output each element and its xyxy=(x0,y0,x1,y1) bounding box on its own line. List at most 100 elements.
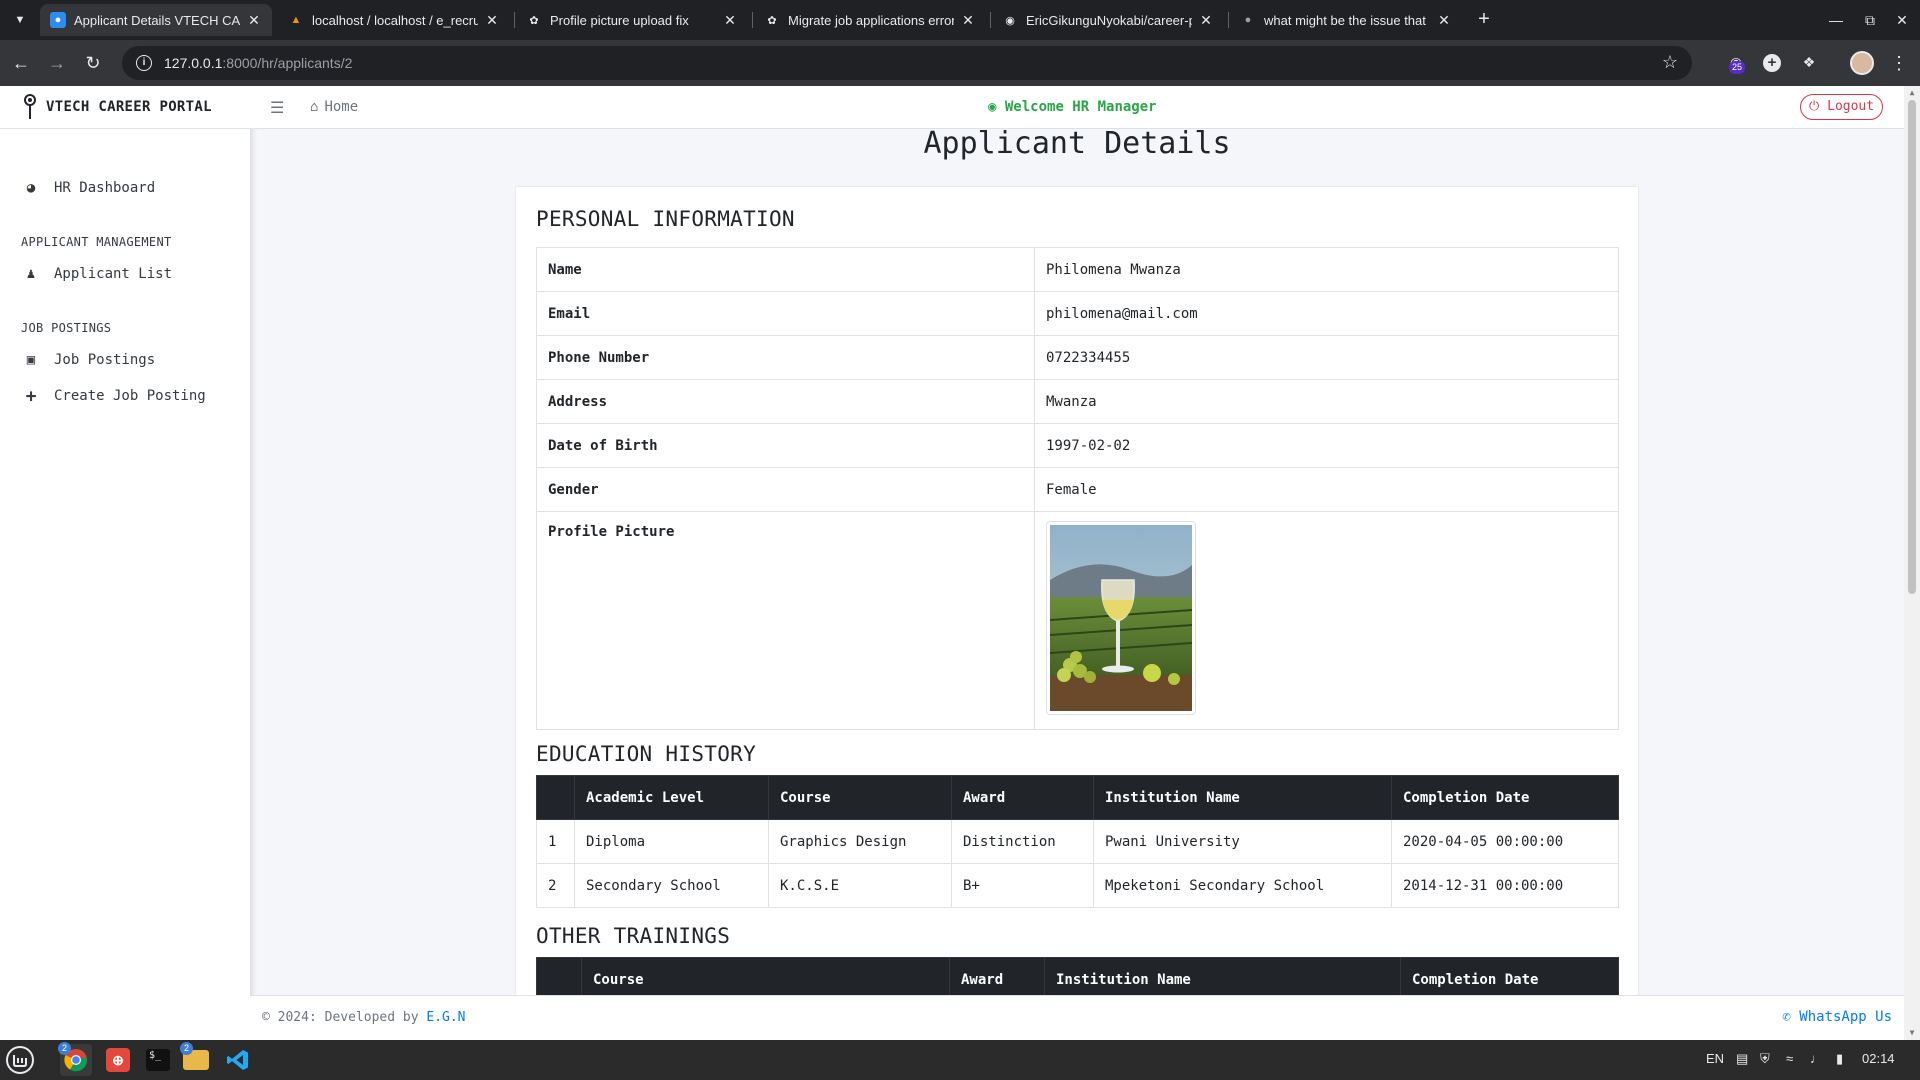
welcome-text: Welcome HR Manager xyxy=(1004,99,1157,115)
close-tab-icon[interactable]: ✕ xyxy=(1436,12,1452,29)
browser-tab-github[interactable]: ◉ EricGikunguNyokabi/career-portal ✕ xyxy=(992,4,1224,36)
browser-tab-applicant-details[interactable]: ● Applicant Details VTECH CAREER PORTAL … xyxy=(40,4,272,36)
url-host: 127.0.0.1 xyxy=(164,55,223,71)
table-header-row: Academic Level Course Award Institution … xyxy=(536,775,1619,820)
footer-copyright: © 2024: Developed by E.G.N xyxy=(262,1010,466,1025)
back-arrow-icon[interactable]: ← xyxy=(8,50,34,76)
sidebar: VTECH CAREER PORTAL ◕ HR Dashboard APPLI… xyxy=(0,86,250,1040)
bookmark-star-icon[interactable]: ☆ xyxy=(1662,52,1678,73)
github-favicon-icon: ◉ xyxy=(1005,14,1015,27)
browser-tab-search[interactable]: ● what might be the issue that ✕ xyxy=(1230,4,1462,36)
table-row: Date of Birth 1997-02-02 xyxy=(536,423,1619,468)
profile-picture[interactable] xyxy=(1046,521,1196,715)
site-info-icon[interactable]: i xyxy=(136,55,152,71)
row-value: 1997-02-02 xyxy=(1034,423,1619,468)
cell-course: K.C.S.E xyxy=(768,863,952,908)
cell-award: B+ xyxy=(951,863,1094,908)
taskbar-vscode[interactable] xyxy=(222,1044,254,1076)
scrollbar-thumb[interactable] xyxy=(1908,100,1916,594)
taskbar-terminal[interactable]: $_ xyxy=(142,1044,174,1076)
row-label: Name xyxy=(536,247,1035,292)
developer-link[interactable]: E.G.N xyxy=(426,1010,465,1025)
dashboard-gauge-icon: ◕ xyxy=(26,180,36,196)
browser-tab-phpmyadmin[interactable]: ▲ localhost / localhost / e_recruitment … xyxy=(278,4,510,36)
terminal-icon: $_ xyxy=(146,1049,170,1071)
taskbar-app-git[interactable]: ⊕ xyxy=(102,1044,134,1076)
sidebar-item-create-job-posting[interactable]: + Create Job Posting xyxy=(0,379,250,413)
start-menu-icon[interactable] xyxy=(4,1044,36,1076)
column-header-index xyxy=(536,775,575,820)
top-navbar: ☰ ⌂ Home ◉ Welcome HR Manager ⏻ Logout xyxy=(250,86,1904,129)
hamburger-menu-icon[interactable]: ☰ xyxy=(270,98,284,117)
profile-picture-image xyxy=(1050,525,1192,711)
volume-tray-icon[interactable]: ♩ xyxy=(1810,1051,1823,1066)
chrome-window-count: 2 xyxy=(58,1042,71,1055)
tab-title: what might be the issue that xyxy=(1264,12,1426,28)
sidebar-item-hr-dashboard[interactable]: ◕ HR Dashboard xyxy=(0,171,250,205)
close-window-icon[interactable]: ✕ xyxy=(1888,8,1916,32)
brand[interactable]: VTECH CAREER PORTAL xyxy=(0,86,250,129)
scroll-down-arrow-icon[interactable]: ▼ xyxy=(1907,1028,1917,1037)
site-favicon-icon: ● xyxy=(50,12,66,28)
sidebar-item-job-postings[interactable]: ▣ Job Postings xyxy=(0,343,250,377)
row-label: Profile Picture xyxy=(536,511,1035,730)
close-tab-icon[interactable]: ✕ xyxy=(960,12,976,29)
logout-button[interactable]: ⏻ Logout xyxy=(1800,94,1884,120)
tab-separator xyxy=(514,12,515,28)
copyright-text: © 2024: Developed by xyxy=(262,1010,427,1025)
sidebar-item-label: Applicant List xyxy=(54,266,173,282)
page-viewport: VTECH CAREER PORTAL ◕ HR Dashboard APPLI… xyxy=(0,86,1920,1040)
extensions-puzzle-icon[interactable]: ❖ xyxy=(1797,50,1821,74)
sidebar-item-label: Job Postings xyxy=(54,352,156,368)
git-client-icon: ⊕ xyxy=(106,1048,130,1072)
sidebar-item-label: Create Job Posting xyxy=(54,388,206,404)
clipboard-tray-icon[interactable]: ▤ xyxy=(1736,1051,1748,1067)
row-value: Philomena Mwanza xyxy=(1034,247,1619,292)
address-bar[interactable]: i 127.0.0.1:8000/hr/applicants/2 ☆ xyxy=(122,46,1692,80)
reload-icon[interactable]: ↻ xyxy=(80,50,106,76)
row-label: Address xyxy=(536,379,1035,424)
row-label: Email xyxy=(536,291,1035,336)
table-row: Phone Number 0722334455 xyxy=(536,335,1619,380)
sidebar-item-label: HR Dashboard xyxy=(54,180,156,196)
restore-window-icon[interactable]: ⧉ xyxy=(1856,8,1884,32)
users-icon: ♟ xyxy=(26,266,36,282)
tab-search-button[interactable]: ▼ xyxy=(8,8,32,32)
plus-icon: + xyxy=(25,385,37,407)
browser-tab-profile-upload-fix[interactable]: ✿ Profile picture upload fix ✕ xyxy=(516,4,748,36)
whatsapp-link[interactable]: ✆ WhatsApp Us xyxy=(1782,1009,1892,1025)
minimize-window-icon[interactable]: — xyxy=(1822,8,1850,32)
new-tab-button[interactable]: + xyxy=(1472,8,1496,32)
page-scrollbar[interactable]: ▲ ▼ xyxy=(1904,86,1920,1040)
extension-add-icon[interactable]: + xyxy=(1763,54,1781,72)
tab-title: Applicant Details VTECH CAREER PORTAL xyxy=(74,12,240,28)
profile-avatar[interactable] xyxy=(1850,51,1874,75)
browser-tab-migrate-error[interactable]: ✿ Migrate job applications error ✕ xyxy=(754,4,986,36)
close-tab-icon[interactable]: ✕ xyxy=(484,12,500,29)
table-row: Profile Picture xyxy=(536,511,1619,730)
sidebar-item-applicant-list[interactable]: ♟ Applicant List xyxy=(0,257,250,291)
forward-arrow-icon[interactable]: → xyxy=(44,50,70,76)
close-tab-icon[interactable]: ✕ xyxy=(246,12,262,29)
section-title-other-trainings: OTHER TRAININGS xyxy=(536,924,731,948)
browser-menu-icon[interactable]: ⋮ xyxy=(1890,50,1908,76)
tab-separator xyxy=(1228,12,1229,28)
browser-toolbar: ← → ↻ i 127.0.0.1:8000/hr/applicants/2 ☆ xyxy=(0,40,1920,86)
table-row: Gender Female xyxy=(536,467,1619,512)
scroll-up-arrow-icon[interactable]: ▲ xyxy=(1907,88,1917,97)
keyboard-layout-indicator[interactable]: EN xyxy=(1706,1051,1724,1066)
home-link[interactable]: ⌂ Home xyxy=(310,99,358,115)
column-header-award: Award xyxy=(951,775,1094,820)
close-tab-icon[interactable]: ✕ xyxy=(1198,12,1214,29)
close-tab-icon[interactable]: ✕ xyxy=(722,12,738,29)
cell-award: Distinction xyxy=(951,819,1094,864)
clock[interactable]: 02:14 xyxy=(1862,1051,1895,1066)
wifi-tray-icon[interactable]: ≈ xyxy=(1786,1051,1793,1066)
browser-tab-strip: ▼ ● Applicant Details VTECH CAREER PORTA… xyxy=(0,0,1920,40)
url-path: :8000/hr/applicants/2 xyxy=(222,55,353,71)
files-window-count: 2 xyxy=(180,1042,193,1055)
row-value xyxy=(1034,511,1619,730)
battery-tray-icon[interactable]: ▮ xyxy=(1836,1051,1843,1067)
shield-tray-icon[interactable]: ⛨ xyxy=(1760,1051,1770,1067)
power-icon: ⏻ xyxy=(1809,99,1820,114)
